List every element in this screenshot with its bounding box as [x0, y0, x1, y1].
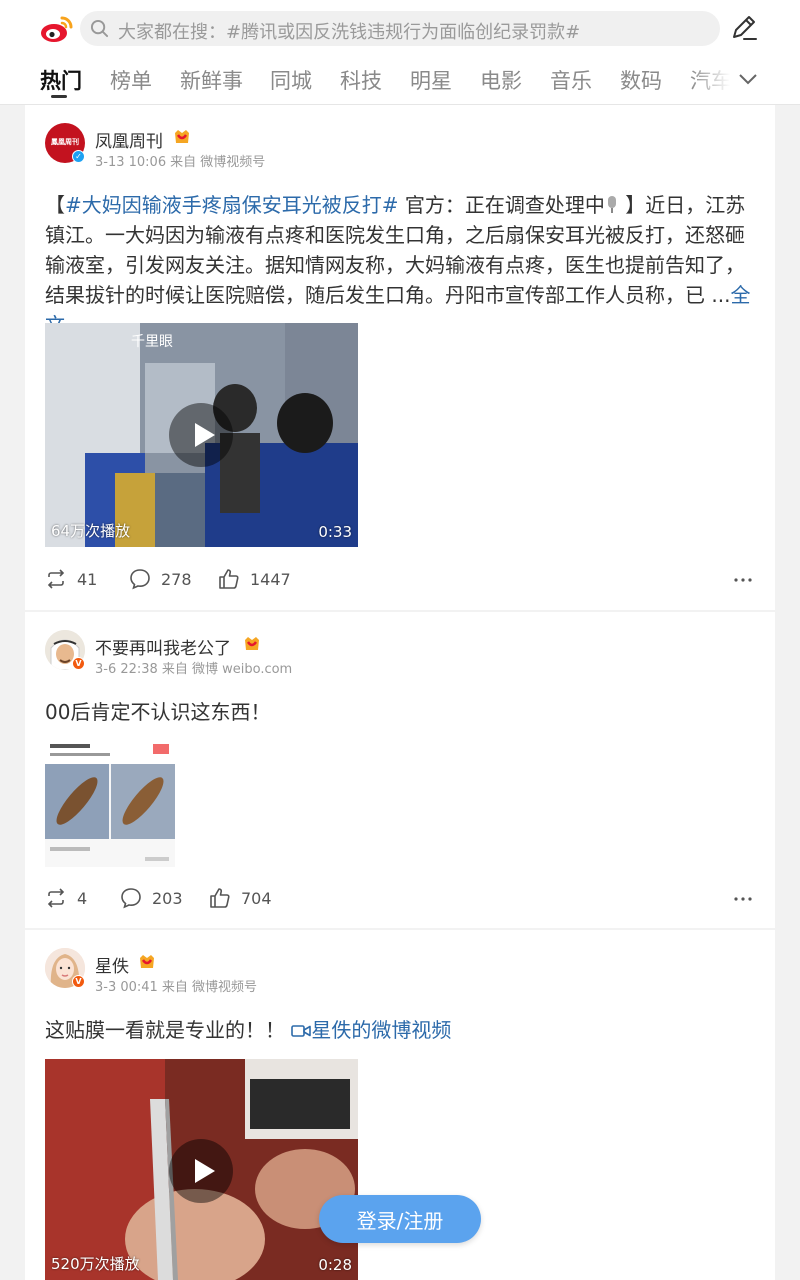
play-button-icon[interactable] — [169, 1139, 233, 1203]
video-player[interactable]: 千里眼 64万次播放 0:33 — [45, 323, 358, 547]
microphone-emoji-icon — [607, 196, 616, 213]
post-meta: 3-6 22:38 来自 微博 weibo.com — [95, 658, 292, 677]
active-tab-indicator — [51, 95, 67, 98]
channel-tabs: 热门 榜单 新鲜事 同城 科技 明星 电影 音乐 数码 汽车 — [0, 57, 800, 103]
feed-card: 鳳凰周刊 ✓ 凤凰周刊 3-13 10:06 来自 微博视频号 【#大妈因输液手疼… — [25, 105, 775, 610]
chevron-down-icon[interactable] — [736, 67, 760, 91]
like-count: 1447 — [250, 569, 291, 589]
vip-badge-icon — [140, 955, 154, 968]
vip-badge-icon — [245, 637, 259, 650]
top-bar: 大家都在搜：#腾讯或因反洗钱违规行为面临创纪录罚款# 热门 榜单 新鲜事 同城 … — [0, 0, 800, 105]
video-view-count: 520万次播放 — [51, 1255, 140, 1273]
video-player[interactable]: 520万次播放 0:28 — [45, 1059, 358, 1280]
compose-icon[interactable] — [730, 13, 758, 41]
comment-count: 203 — [152, 888, 183, 908]
comment-button[interactable]: 203 — [120, 883, 183, 913]
comment-button[interactable]: 278 — [129, 564, 192, 594]
like-button[interactable]: 704 — [209, 883, 272, 913]
play-button-icon[interactable] — [169, 403, 233, 467]
repost-count: 4 — [77, 888, 88, 908]
avatar-logo-text: 鳳凰周刊 — [51, 138, 79, 146]
more-options-icon[interactable] — [733, 570, 753, 590]
tab-tech[interactable]: 科技 — [340, 65, 382, 95]
tab-music[interactable]: 音乐 — [550, 65, 592, 95]
comment-count: 278 — [161, 569, 192, 589]
post-actions: 41 278 1447 — [25, 564, 775, 594]
post-meta: 3-13 10:06 来自 微博视频号 — [95, 151, 265, 170]
tab-stars[interactable]: 明星 — [410, 65, 452, 95]
vip-badge-icon — [175, 130, 189, 143]
post-text: 这贴膜一看就是专业的！！ 星佚的微博视频 — [45, 1018, 452, 1042]
search-bar[interactable]: 大家都在搜：#腾讯或因反洗钱违规行为面临创纪录罚款# — [80, 11, 720, 46]
video-link[interactable]: 星佚的微博视频 — [311, 1018, 451, 1042]
like-button[interactable]: 1447 — [218, 564, 291, 594]
like-count: 704 — [241, 888, 272, 908]
post-time: 3-3 00:41 — [95, 980, 158, 995]
username[interactable]: 凤凰周刊 — [95, 127, 163, 152]
post-text: 【#大妈因输液手疼扇保安耳光被反打# 官方：正在调查处理中 】近日，江苏镇江。一… — [45, 190, 760, 340]
tabs-fade — [690, 57, 730, 101]
post-time: 3-6 22:38 — [95, 662, 158, 677]
tab-hot[interactable]: 热门 — [40, 65, 82, 95]
video-view-count: 64万次播放 — [51, 522, 131, 540]
tab-movies[interactable]: 电影 — [480, 65, 522, 95]
like-icon — [210, 888, 230, 908]
video-camera-icon — [291, 1025, 312, 1037]
tab-ranking[interactable]: 榜单 — [110, 65, 152, 95]
more-options-icon[interactable] — [733, 889, 753, 909]
username[interactable]: 星佚 — [95, 952, 129, 977]
post-meta: 3-3 00:41 来自 微博视频号 — [95, 976, 257, 995]
username[interactable]: 不要再叫我老公了 — [95, 634, 231, 659]
search-icon — [90, 19, 109, 38]
post-source: 来自 微博视频号 — [161, 980, 257, 995]
post-image[interactable] — [45, 739, 175, 867]
comment-icon — [130, 569, 150, 590]
tab-fresh[interactable]: 新鲜事 — [180, 65, 243, 95]
verified-badge-icon: ✓ — [72, 150, 85, 163]
verified-badge-icon: V — [72, 975, 85, 988]
post-source: 来自 微博视频号 — [170, 155, 266, 170]
post-source: 来自 微博 weibo.com — [161, 662, 293, 677]
hashtag-link[interactable]: #大妈因输液手疼扇保安耳光被反打# — [65, 193, 399, 217]
video-duration: 0:33 — [318, 523, 352, 541]
post-text: 00后肯定不认识这东西！ — [45, 700, 271, 724]
verified-badge-icon: V — [72, 657, 85, 670]
post-time: 3-13 10:06 — [95, 155, 167, 170]
weibo-logo-icon[interactable] — [40, 14, 74, 44]
post-actions: 4 203 704 — [25, 883, 775, 913]
repost-icon — [47, 569, 65, 589]
repost-button[interactable]: 4 — [45, 883, 87, 913]
video-watermark: 千里眼 — [131, 334, 173, 350]
video-duration: 0:28 — [318, 1256, 352, 1274]
tab-digital[interactable]: 数码 — [620, 65, 662, 95]
repost-icon — [47, 888, 65, 908]
like-icon — [219, 569, 239, 589]
tab-local[interactable]: 同城 — [270, 65, 312, 95]
comment-icon — [121, 888, 141, 909]
repost-count: 41 — [77, 569, 98, 589]
post-image-thumbnail — [45, 739, 175, 867]
search-placeholder: 大家都在搜：#腾讯或因反洗钱违规行为面临创纪录罚款# — [118, 22, 581, 43]
login-register-button[interactable]: 登录/注册 — [319, 1195, 481, 1243]
repost-button[interactable]: 41 — [45, 564, 97, 594]
feed-card: V 不要再叫我老公了 3-6 22:38 来自 微博 weibo.com 00后肯… — [25, 612, 775, 928]
